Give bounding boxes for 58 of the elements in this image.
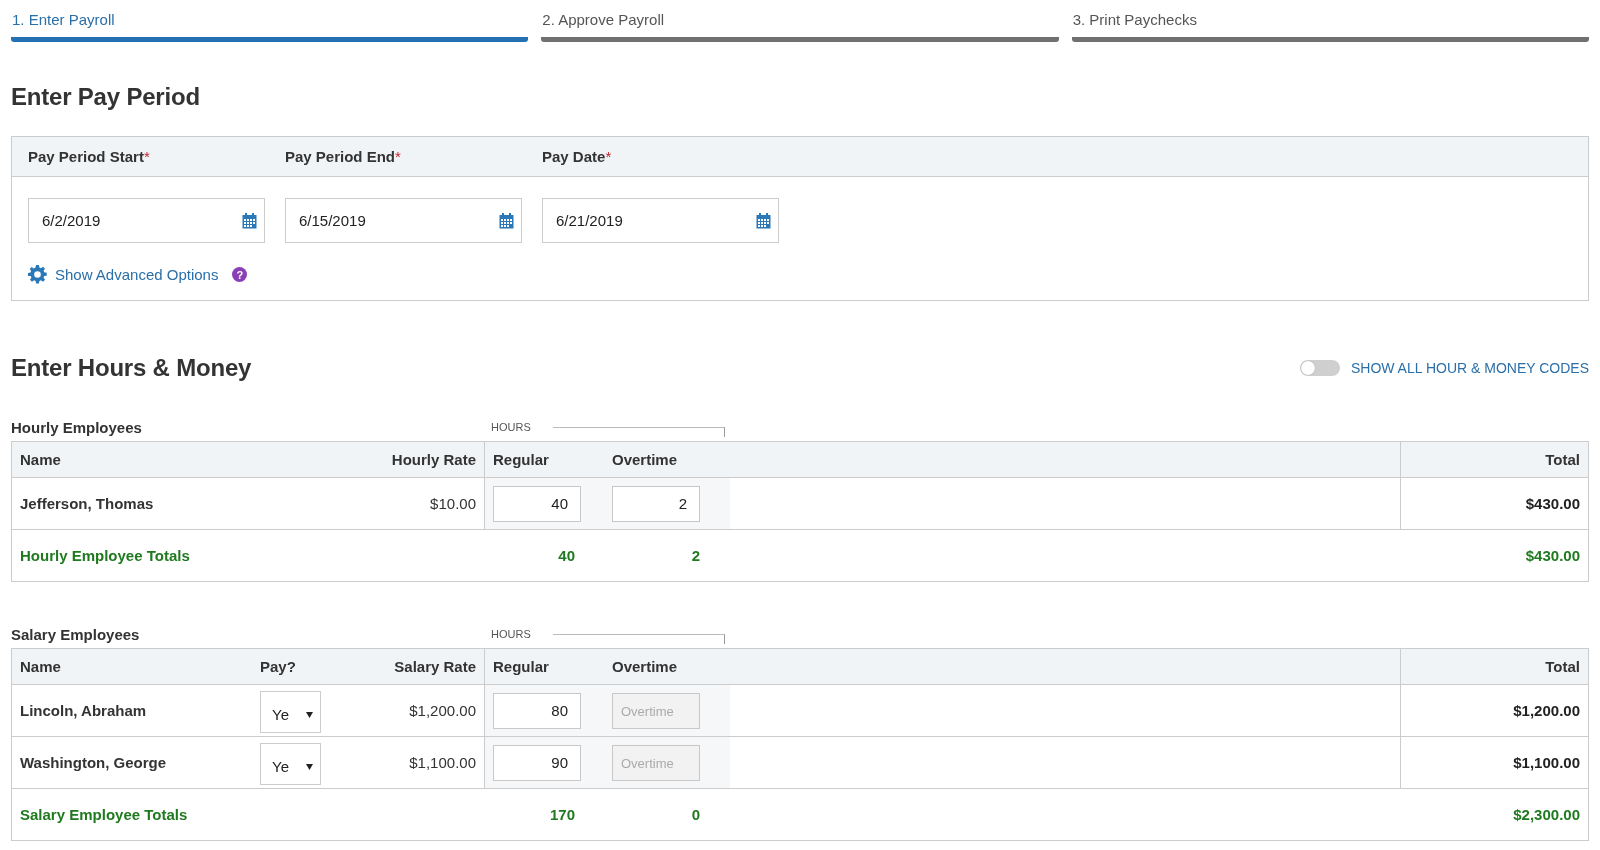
grand-total: $430.00 [1525, 547, 1580, 564]
column-header: Regular [493, 451, 549, 468]
totals-label: Hourly Employee Totals [20, 547, 191, 564]
column-header: Overtime [612, 451, 678, 468]
show-codes-toggle[interactable]: SHOW ALL HOUR & MONEY CODES [1299, 360, 1589, 376]
rate-text: $1,200.00 [408, 702, 476, 719]
total-hours: 0 [691, 806, 700, 823]
group-label: HOURS [491, 421, 531, 433]
date-field[interactable]: 6/2/2019 [28, 198, 265, 243]
caret-icon [306, 711, 313, 718]
table-title: Hourly Employees [11, 418, 143, 436]
section-heading: Enter Pay Period [11, 82, 201, 112]
step-tab[interactable]: 2. Approve Payroll [541, 11, 1059, 42]
column-header: Total [1545, 451, 1580, 468]
hours-input[interactable]: 40 [493, 485, 581, 522]
employee-name: Washington, George [20, 754, 168, 771]
employee-name: Lincoln, Abraham [20, 702, 148, 719]
employee-name: Jefferson, Thomas [20, 495, 155, 512]
column-header: Name [20, 451, 62, 468]
calendar-icon[interactable] [499, 212, 514, 229]
grand-total: $2,300.00 [1513, 806, 1580, 823]
group-label: HOURS [491, 628, 531, 640]
pay-dropdown[interactable]: Ye [260, 690, 321, 733]
column-header: Overtime [612, 658, 678, 675]
field-label: Pay Period Start* [28, 148, 151, 165]
calendar-icon[interactable] [756, 212, 771, 229]
field-label: Pay Date* [542, 148, 613, 165]
field-label: Pay Period End* [285, 148, 402, 165]
totals-label: Salary Employee Totals [20, 806, 189, 823]
column-header: Salary Rate [393, 658, 476, 675]
section-heading: Enter Hours & Money [11, 354, 252, 382]
total-hours: 170 [549, 806, 575, 823]
help-icon[interactable]: ? [232, 267, 248, 282]
settings-icon[interactable] [28, 265, 47, 284]
hours-input[interactable]: 80 [493, 692, 581, 729]
column-header: Total [1545, 658, 1580, 675]
table-title: Salary Employees [11, 625, 141, 643]
caret-icon [306, 763, 313, 770]
total-hours: 40 [558, 547, 575, 564]
column-header: Pay? [260, 658, 297, 675]
date-field[interactable]: 6/15/2019 [285, 198, 522, 243]
step-tab[interactable]: 1. Enter Payroll [11, 11, 529, 42]
total-text: $1,100.00 [1513, 754, 1580, 771]
rate-text: $1,100.00 [408, 754, 476, 771]
column-header: Hourly Rate [391, 451, 476, 468]
total-text: $1,200.00 [1513, 702, 1580, 719]
pay-dropdown[interactable]: Ye [260, 742, 321, 785]
step-tab[interactable]: 3. Print Paychecks [1071, 11, 1589, 42]
column-header: Name [20, 658, 62, 675]
advanced-options-link[interactable]: Show Advanced Options [55, 266, 219, 283]
hours-input[interactable]: 2 [612, 485, 700, 522]
calendar-icon[interactable] [242, 212, 257, 229]
column-header: Regular [493, 658, 549, 675]
hours-input[interactable]: 90 [493, 744, 581, 781]
total-text: $430.00 [1525, 495, 1580, 512]
total-hours: 2 [691, 547, 700, 564]
rate-text: $10.00 [430, 495, 476, 512]
date-field[interactable]: 6/21/2019 [542, 198, 779, 243]
